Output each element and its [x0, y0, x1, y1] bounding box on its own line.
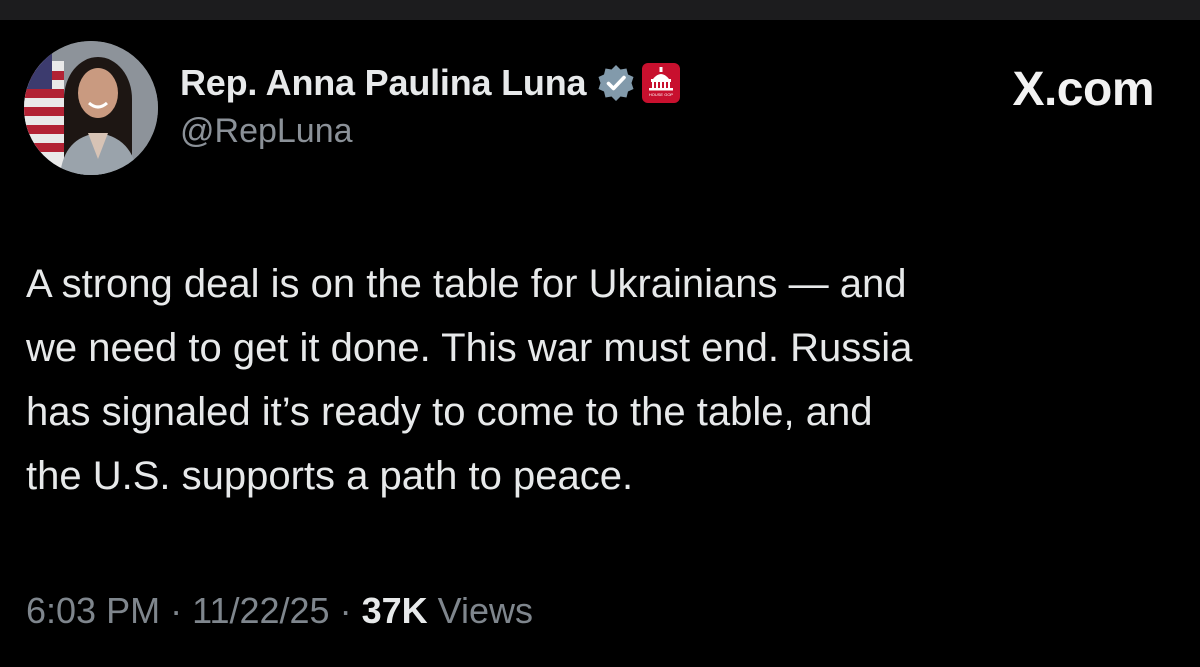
name-row: Rep. Anna Paulina Luna HOUSE GOP [180, 58, 681, 108]
tweet-line: A strong deal is on the table for Ukrain… [26, 262, 907, 306]
profile-photo-icon [24, 41, 158, 175]
site-mark: X.com [1012, 63, 1154, 116]
tweet-time[interactable]: 6:03 PM [26, 590, 160, 631]
tweet-line: the U.S. supports a path to peace. [26, 454, 634, 498]
tweet-line: has signaled it’s ready to come to the t… [26, 390, 873, 434]
views-count: 37K [361, 590, 428, 631]
tweet-screenshot: Rep. Anna Paulina Luna HOUSE GOP @RepLun… [0, 0, 1200, 667]
top-bar [0, 0, 1200, 20]
views-label: Views [437, 590, 534, 631]
tweet-text: A strong deal is on the table for Ukrain… [26, 252, 1146, 508]
meta-separator: · [339, 590, 352, 631]
author-handle[interactable]: @RepLuna [180, 112, 680, 151]
display-name[interactable]: Rep. Anna Paulina Luna [180, 62, 587, 104]
verified-badge-icon [596, 63, 636, 103]
author-header: Rep. Anna Paulina Luna HOUSE GOP @RepLun… [180, 58, 681, 151]
tweet-line: we need to get it done. This war must en… [26, 326, 913, 370]
meta-separator: · [170, 590, 183, 631]
badge-house-text: HOUSE GOP [649, 92, 674, 97]
tweet-meta: 6:03 PM · 11/22/25 · 37K Views [26, 590, 533, 632]
house-gop-capitol-icon[interactable]: HOUSE GOP [642, 63, 681, 103]
tweet-date[interactable]: 11/22/25 [192, 590, 329, 631]
avatar[interactable] [24, 41, 158, 175]
